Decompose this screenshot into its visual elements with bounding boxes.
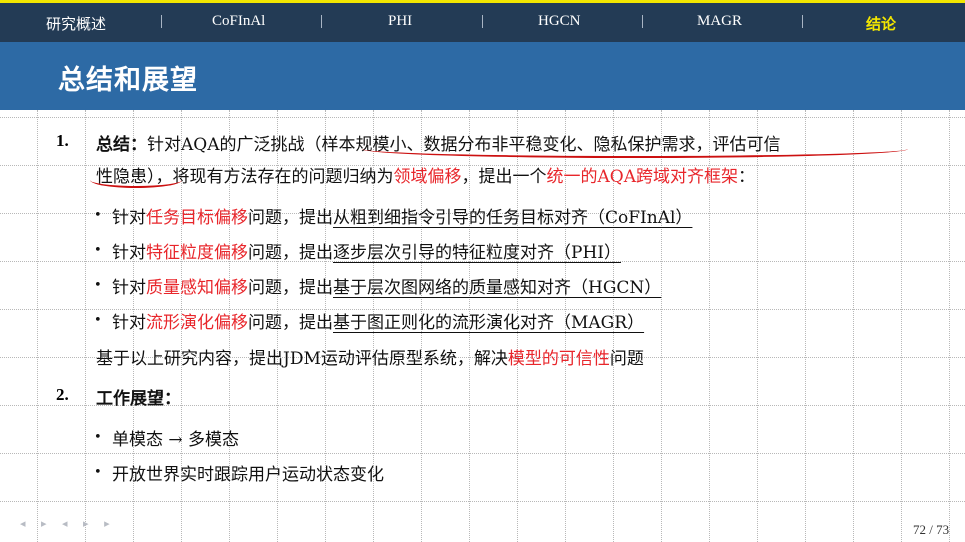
nav-separator: | xyxy=(481,13,485,29)
bullet-highlight: 特征粒度偏移 xyxy=(146,243,248,263)
summary-bullet-4: 针对流形演化偏移问题，提出基于图正则化的流形演化对齐（MAGR） xyxy=(112,308,644,333)
summary-text-d: ： xyxy=(738,167,755,187)
bullet-mid: 问题，提出 xyxy=(248,278,333,298)
bullet-dot: • xyxy=(94,465,102,480)
summary-colon: ： xyxy=(130,135,147,155)
bullet-method: 从粗到细指令引导的任务目标对齐（CoFInAl） xyxy=(333,208,693,228)
summary-line-2: 性隐患），将现有方法存在的问题归纳为领域偏移，提出一个统一的AQA跨域对齐框架： xyxy=(96,162,755,187)
bullet-pre: 针对 xyxy=(112,278,146,298)
title-bar: 总结和展望 xyxy=(0,42,965,110)
nav-separator: | xyxy=(641,13,645,29)
section-navbar: 研究概述 | CoFInAl | PHI | HGCN | MAGR | 结论 xyxy=(0,3,965,42)
slide-navigation-controls[interactable]: ◂ ▸ ◂ ▸ ▸ xyxy=(20,517,116,530)
bullet-pre: 针对 xyxy=(112,208,146,228)
bullet-method: 逐步层次引导的特征粒度对齐（PHI） xyxy=(333,243,621,263)
bullet-method: 基于层次图网络的质量感知对齐（HGCN） xyxy=(333,278,662,298)
closing-text-b: 问题 xyxy=(609,349,644,369)
summary-text-a: 针对AQA的广泛挑战（ xyxy=(147,135,322,155)
bullet-dot: • xyxy=(94,313,102,328)
nav-item-overview[interactable]: 研究概述 xyxy=(46,13,106,34)
summary-text-c: ，提出一个 xyxy=(461,167,547,187)
bullet-pre: 针对 xyxy=(112,313,146,333)
bullet-mid: 问题，提出 xyxy=(248,243,333,263)
summary-bullet-2: 针对特征粒度偏移问题，提出逐步层次引导的特征粒度对齐（PHI） xyxy=(112,238,621,263)
bullet-dot: • xyxy=(94,208,102,223)
outlook-bullet-2: 开放世界实时跟踪用户运动状态变化 xyxy=(112,465,384,485)
page-number: 72 / 73 xyxy=(913,522,950,537)
nav-separator: | xyxy=(320,13,324,29)
bullet-method: 基于图正则化的流形演化对齐（MAGR） xyxy=(333,313,645,333)
bullet-pre: 针对 xyxy=(112,243,146,263)
summary-bullet-3: 针对质量感知偏移问题，提出基于层次图网络的质量感知对齐（HGCN） xyxy=(112,273,661,298)
nav-separator: | xyxy=(801,13,805,29)
outlook-bullet-1: 单模态 → 多模态 xyxy=(112,430,240,450)
section-number-1: 1. xyxy=(56,131,69,150)
nav-item-magr[interactable]: MAGR xyxy=(697,13,742,30)
outlook-colon: ： xyxy=(164,389,181,409)
bullet-mid: 问题，提出 xyxy=(248,313,333,333)
red-underline-annotation xyxy=(362,140,908,158)
bullet-highlight: 任务目标偏移 xyxy=(146,208,248,228)
bullet-mid: 问题，提出 xyxy=(248,208,333,228)
section-number-2: 2. xyxy=(56,385,69,404)
summary-label: 总结 xyxy=(96,135,130,155)
credibility-highlight: 模型的可信性 xyxy=(507,349,610,369)
red-underline-annotation xyxy=(90,172,182,188)
summary-text-b: ），将现有方法存在的问题归纳为 xyxy=(147,167,394,187)
summary-closing: 基于以上研究内容，提出JDM运动评估原型系统，解决模型的可信性问题 xyxy=(96,344,644,369)
outlook-heading: 工作展望： xyxy=(96,384,181,409)
summary-bullet-1: 针对任务目标偏移问题，提出从粗到细指令引导的任务目标对齐（CoFInAl） xyxy=(112,203,692,228)
domain-shift-highlight: 领域偏移 xyxy=(393,167,462,187)
nav-item-phi[interactable]: PHI xyxy=(388,13,412,30)
outlook-label: 工作展望 xyxy=(96,389,164,409)
slide-title: 总结和展望 xyxy=(58,65,198,96)
nav-item-conclusion[interactable]: 结论 xyxy=(866,13,896,34)
bullet-dot: • xyxy=(94,243,102,258)
framework-highlight: 统一的AQA跨域对齐框架 xyxy=(546,167,739,187)
nav-item-hgcn[interactable]: HGCN xyxy=(538,13,581,30)
closing-text-a: 基于以上研究内容，提出JDM运动评估原型系统，解决 xyxy=(96,349,508,369)
bullet-highlight: 质量感知偏移 xyxy=(146,278,248,298)
nav-separator: | xyxy=(160,13,164,29)
bullet-highlight: 流形演化偏移 xyxy=(146,313,248,333)
bullet-dot: • xyxy=(94,278,102,293)
bullet-dot: • xyxy=(94,430,102,445)
nav-item-cofinal[interactable]: CoFInAl xyxy=(212,13,265,30)
